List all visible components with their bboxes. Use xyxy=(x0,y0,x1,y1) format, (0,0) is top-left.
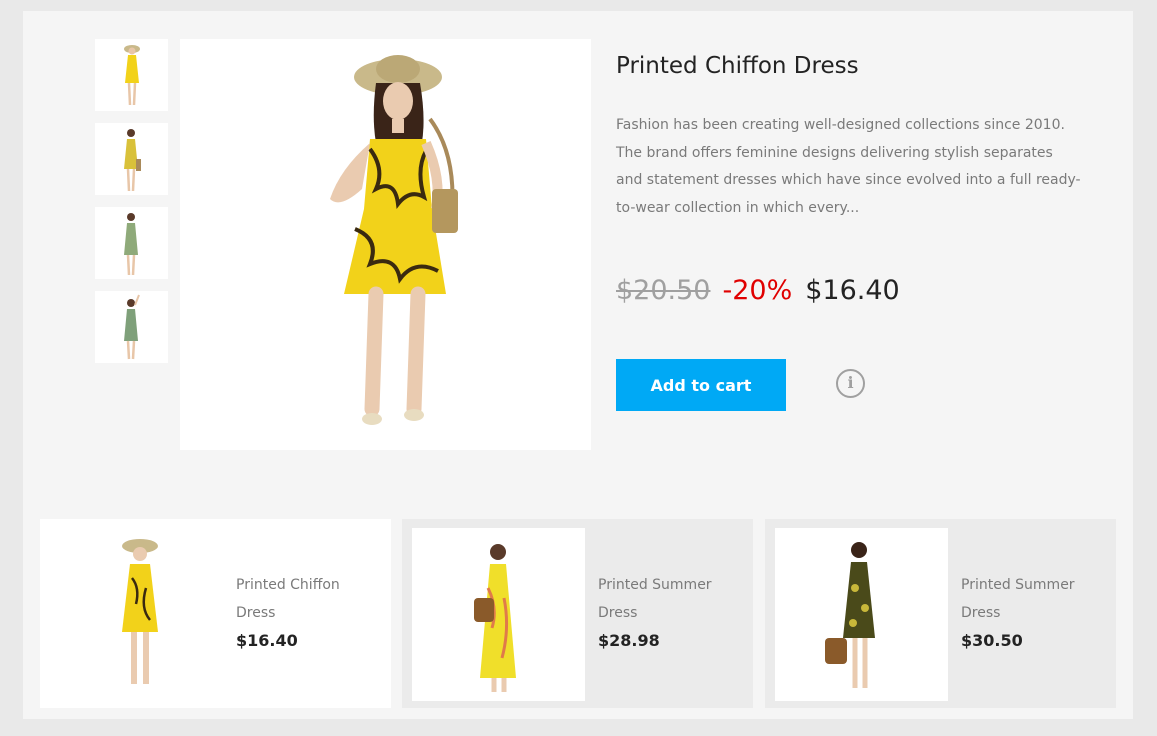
related-product-image[interactable] xyxy=(775,528,948,701)
dress-image xyxy=(124,294,140,360)
related-product-name[interactable]: Printed Summer Dress xyxy=(598,571,738,627)
dress-image xyxy=(474,544,516,692)
thumbnail-2[interactable] xyxy=(95,123,168,195)
old-price: $20.50 xyxy=(616,275,711,306)
price-block: $20.50 -20% $16.40 xyxy=(616,272,900,310)
related-product-card[interactable]: Printed Summer Dress $30.50 xyxy=(765,519,1116,708)
info-icon[interactable]: i xyxy=(836,369,865,398)
dress-image xyxy=(124,45,140,106)
thumbnail-list xyxy=(95,39,168,375)
thumbnail-3[interactable] xyxy=(95,207,168,279)
product-title: Printed Chiffon Dress xyxy=(616,53,859,79)
thumbnail-1[interactable] xyxy=(95,39,168,111)
dress-image xyxy=(122,539,158,684)
discount-badge: -20% xyxy=(722,275,793,306)
product-description: Fashion has been creating well-designed … xyxy=(616,117,1081,216)
thumbnail-4[interactable] xyxy=(95,291,168,363)
dress-image xyxy=(825,542,875,688)
current-price: $16.40 xyxy=(805,275,900,306)
related-product-image[interactable] xyxy=(412,528,585,701)
related-product-price: $16.40 xyxy=(236,631,298,650)
related-product-name[interactable]: Printed Summer Dress xyxy=(961,571,1101,627)
product-main-image[interactable] xyxy=(180,39,591,450)
product-info: Printed Chiffon Dress Fashion has been c… xyxy=(616,50,1086,222)
related-product-card[interactable]: Printed Summer Dress $28.98 xyxy=(402,519,753,708)
related-product-name[interactable]: Printed Chiffon Dress xyxy=(236,571,376,627)
related-product-card[interactable]: Printed Chiffon Dress $16.40 xyxy=(40,519,391,708)
related-product-price: $30.50 xyxy=(961,631,1023,650)
dress-image xyxy=(124,213,138,276)
related-product-price: $28.98 xyxy=(598,631,660,650)
dress-image xyxy=(124,129,141,192)
related-product-image[interactable] xyxy=(50,528,223,701)
dress-image xyxy=(330,55,458,425)
add-to-cart-button[interactable]: Add to cart xyxy=(616,359,786,411)
